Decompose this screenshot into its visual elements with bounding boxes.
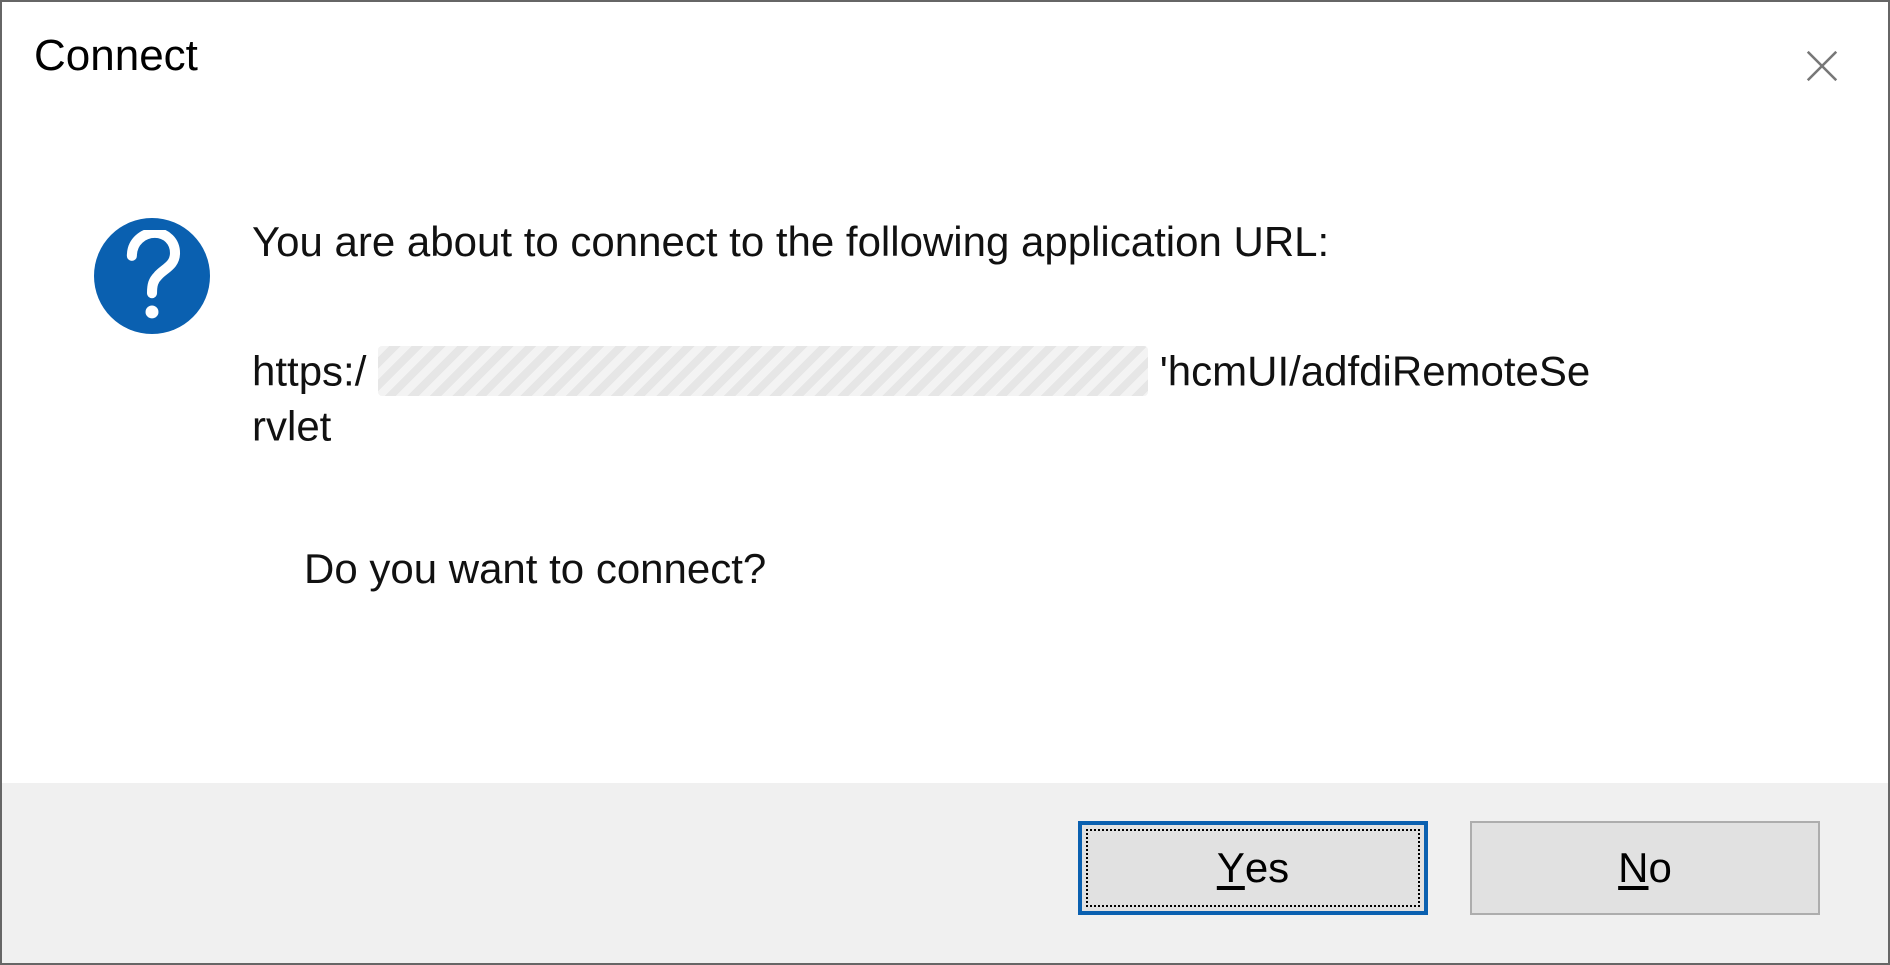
- dialog-body: You are about to connect to the followin…: [2, 132, 1888, 783]
- dialog-footer: Yes No: [2, 783, 1888, 963]
- no-accel-char: N: [1618, 844, 1648, 892]
- url-prefix: https:/: [252, 347, 366, 394]
- yes-button[interactable]: Yes: [1078, 821, 1428, 915]
- no-button[interactable]: No: [1470, 821, 1820, 915]
- icon-column: [52, 212, 252, 743]
- close-button[interactable]: [1794, 38, 1850, 94]
- url-suffix-bottom: rvlet: [252, 402, 331, 449]
- url-redacted-segment: [378, 346, 1148, 396]
- dialog-title: Connect: [34, 32, 198, 80]
- yes-accel-char: Y: [1217, 844, 1245, 892]
- titlebar: Connect: [2, 2, 1888, 132]
- connect-dialog: Connect You are about to connect to the …: [0, 0, 1890, 965]
- message-column: You are about to connect to the followin…: [252, 212, 1828, 743]
- close-icon: [1803, 47, 1841, 85]
- no-rest: o: [1648, 844, 1671, 892]
- url-text: https:/ 'hcmUI/adfdiRemoteSe rvlet: [252, 343, 1772, 453]
- message-ask: Do you want to connect?: [252, 543, 1828, 596]
- url-suffix-top: 'hcmUI/adfdiRemoteSe: [1160, 347, 1591, 394]
- message-line-1: You are about to connect to the followin…: [252, 216, 1828, 269]
- yes-rest: es: [1245, 844, 1289, 892]
- question-icon: [94, 218, 210, 334]
